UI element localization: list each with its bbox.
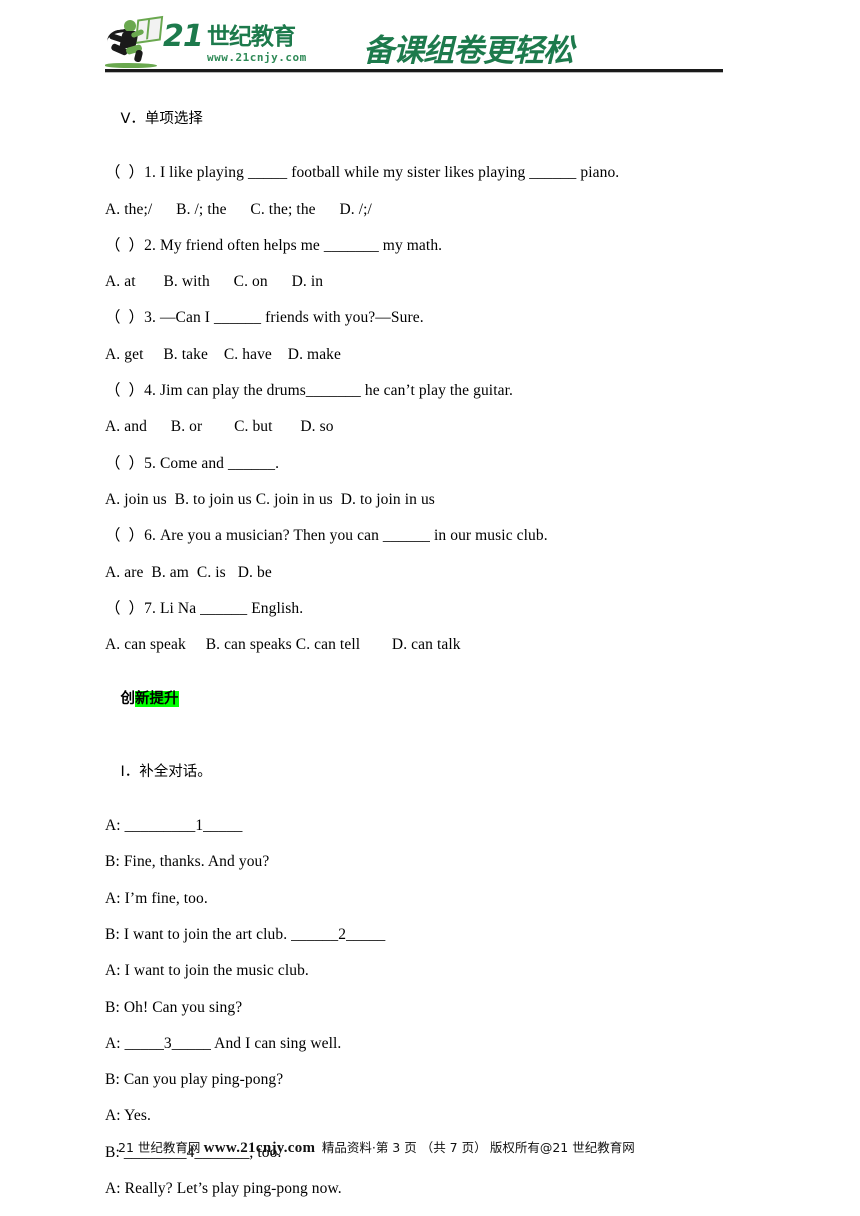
- question-options-1: A. the;/ B. /; the C. the; the D. /;/: [105, 200, 372, 218]
- page-footer: 21 世纪教育网 www.21cnjy.com 精品资料·第 3 页 （共 7 …: [118, 1140, 798, 1156]
- logo-website-url: www.21cnjy.com: [207, 51, 307, 64]
- brand-row: 21 世纪教育 www.21cnjy.com 备课组卷更轻松: [105, 14, 725, 70]
- dialogue-line: A: Yes.: [105, 1107, 151, 1125]
- footer-site-name: 21 世纪教育网: [118, 1140, 201, 1155]
- runner-with-book-logo-icon: [105, 15, 164, 70]
- innovation-heading-plain-part: 创: [120, 691, 136, 708]
- section-heading-multiple-choice: Ⅴ．单项选择: [120, 111, 203, 127]
- question-stem-2: （ ）2. My friend often helps me _______ m…: [105, 236, 443, 254]
- question-options-7: A. can speak B. can speaks C. can tell D…: [105, 636, 461, 654]
- question-options-2: A. at B. with C. on D. in: [105, 273, 324, 291]
- question-stem-6: （ ）6. Are you a musician? Then you can _…: [105, 527, 548, 545]
- page-header: 21 世纪教育 www.21cnjy.com 备课组卷更轻松: [105, 14, 725, 74]
- question-stem-5: （ ）5. Come and ______.: [105, 454, 280, 472]
- question-stem-4: （ ）4. Jim can play the drums_______ he c…: [105, 382, 513, 400]
- footer-copyright: 版权所有@21 世纪教育网: [489, 1140, 635, 1155]
- logo-wordmark: 21 世纪教育 www.21cnjy.com: [163, 18, 355, 70]
- question-stem-1: （ ）1. I like playing _____ football whil…: [105, 164, 620, 182]
- footer-page-note: 精品资料·第 3 页 （共 7 页）: [321, 1140, 487, 1155]
- section-heading-innovation: 创新提升: [105, 672, 765, 726]
- dialogue-line: A: I’m fine, too.: [105, 889, 208, 907]
- question-options-6: A. are B. am C. is D. be: [105, 563, 272, 581]
- logo-brand-name: 世纪教育: [207, 24, 296, 50]
- document-body: Ⅴ．单项选择 （ ）1. I like playing _____ footba…: [105, 92, 765, 1216]
- runner-shin-icon: [133, 49, 144, 63]
- dialogue-line: A: I want to join the music club.: [105, 962, 309, 980]
- dialogue-line: A: Really? Let’s play ping-pong now.: [105, 1180, 342, 1198]
- section-heading-dialogue: Ⅰ．补全对话。: [120, 763, 212, 780]
- footer-site-url: www.21cnjy.com: [203, 1140, 316, 1156]
- header-divider: [105, 69, 723, 73]
- dialogue-line: B: I want to join the art club. ______2_…: [105, 925, 386, 943]
- dialogue-line: A: _________1_____: [105, 817, 243, 835]
- dialogue-line: B: Oh! Can you sing?: [105, 998, 243, 1016]
- header-slogan: 备课组卷更轻松: [363, 33, 574, 69]
- question-stem-3: （ ）3. —Can I ______ friends with you?—Su…: [105, 309, 424, 327]
- question-options-3: A. get B. take C. have D. make: [105, 345, 342, 363]
- logo-number: 21: [163, 19, 204, 54]
- dialogue-line: B: Fine, thanks. And you?: [105, 853, 270, 871]
- question-stem-7: （ ）7. Li Na ______ English.: [105, 599, 304, 617]
- question-options-5: A. join us B. to join us C. join in us D…: [105, 490, 435, 508]
- dialogue-line: B: Can you play ping-pong?: [105, 1071, 284, 1089]
- dialogue-line: A: _____3_____ And I can sing well.: [105, 1034, 342, 1052]
- ground-line-icon: [105, 63, 157, 68]
- question-options-4: A. and B. or C. but D. so: [105, 418, 334, 436]
- innovation-heading-highlighted-part: 新提升: [135, 691, 179, 708]
